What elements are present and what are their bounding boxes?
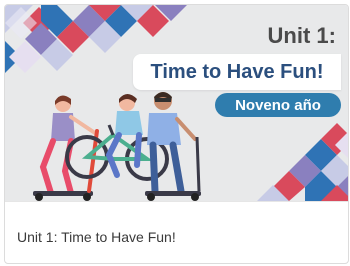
course-name-link[interactable]: Unit 1: Time to Have Fun! [17, 229, 176, 245]
unit-label: Unit 1: [267, 23, 336, 48]
boy-with-scooter-figure [145, 92, 201, 201]
grade-badge-label: Noveno año [235, 96, 321, 114]
banner-title-pill: Time to Have Fun! [133, 54, 341, 90]
course-banner[interactable]: Unit 1: Time to Have Fun! Noveno año [5, 5, 348, 201]
course-card[interactable]: Unit 1: Time to Have Fun! Noveno año Uni… [4, 4, 349, 264]
grade-badge: Noveno año [215, 93, 341, 117]
girl-with-scooter-figure [33, 95, 99, 201]
card-divider [5, 201, 348, 202]
banner-title: Time to Have Fun! [150, 60, 324, 83]
